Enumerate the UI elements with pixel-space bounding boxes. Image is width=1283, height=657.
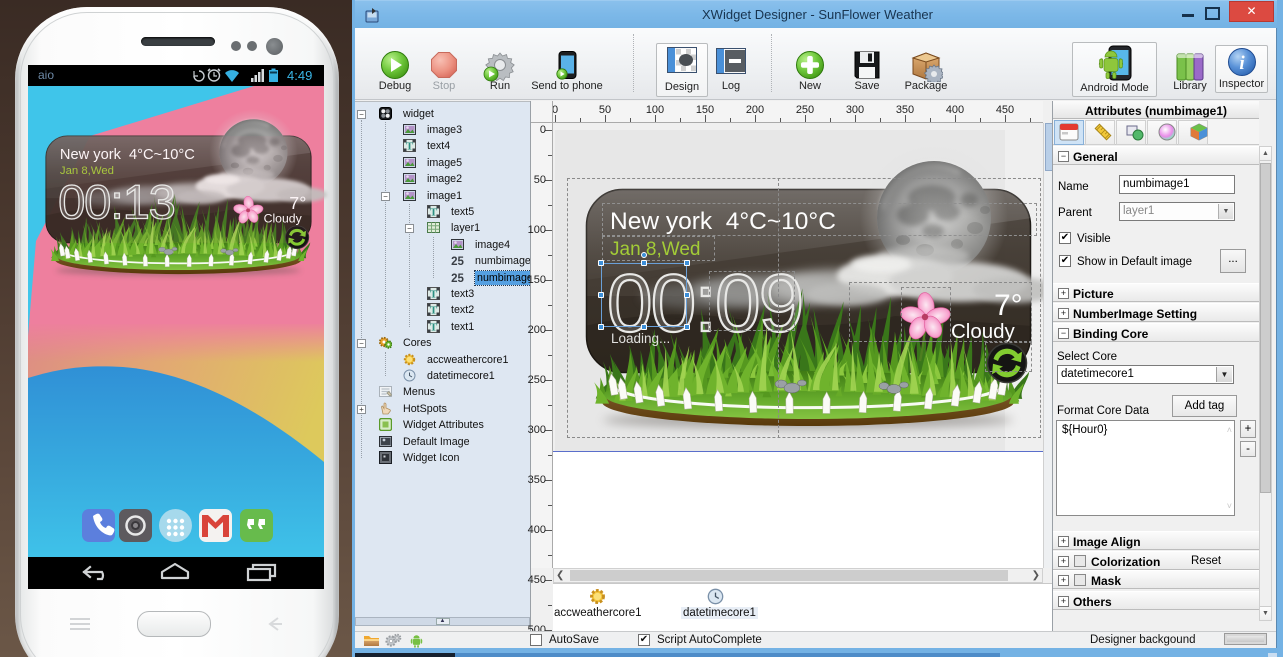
svg-text:i: i	[1239, 53, 1245, 74]
svg-text:00:13: 00:13	[58, 176, 175, 229]
